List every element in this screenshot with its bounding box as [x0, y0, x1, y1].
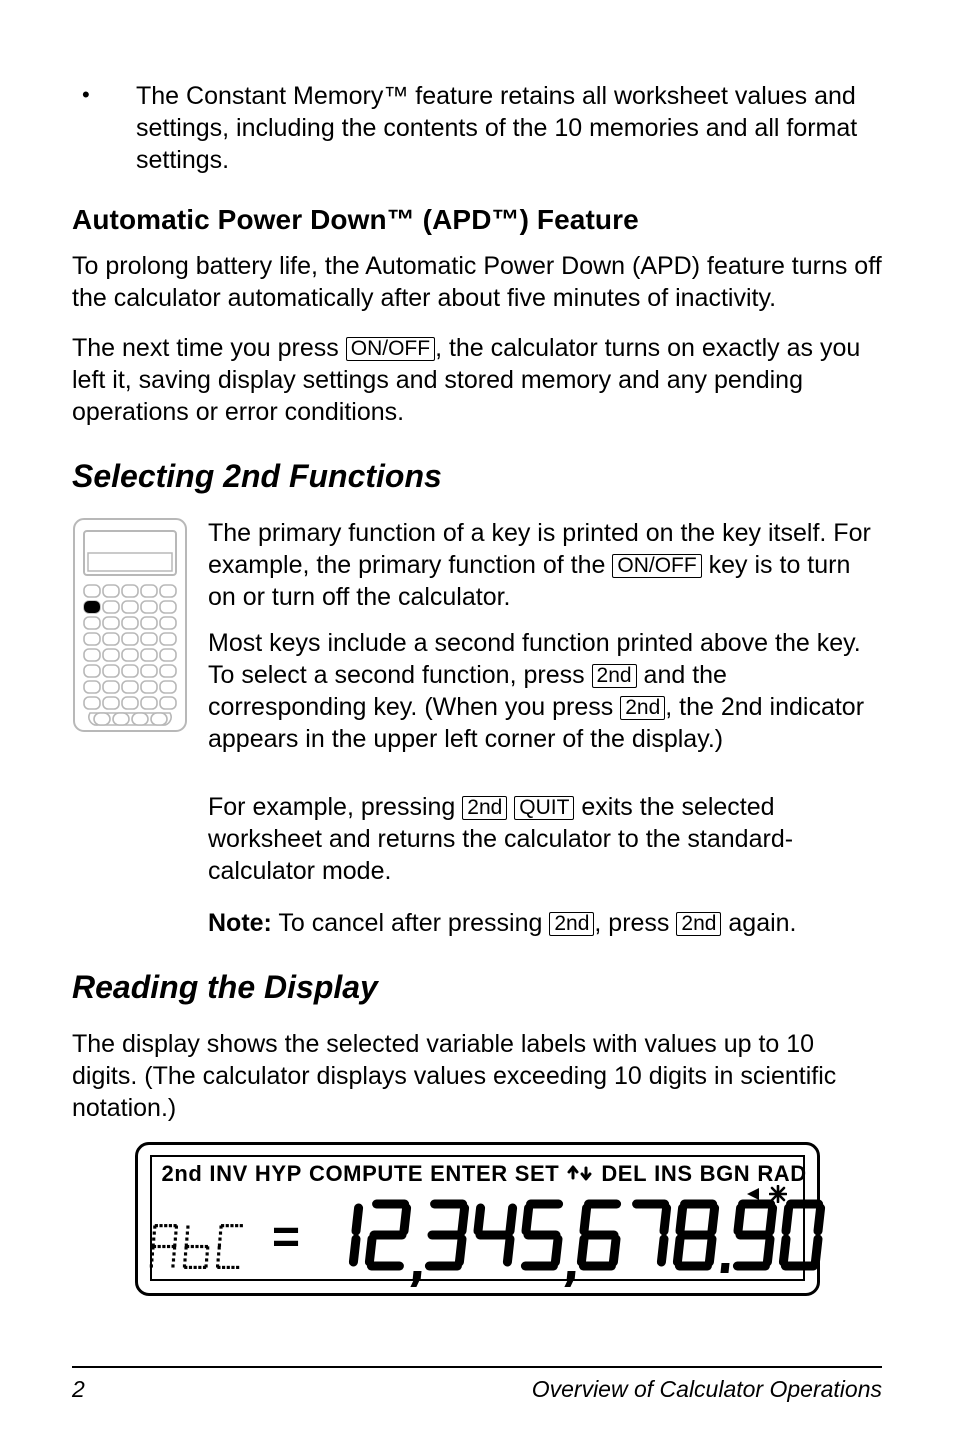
sp2-a: Most keys include a second function prin…	[208, 629, 861, 689]
second-para-3: For example, pressing 2nd QUIT exits the…	[208, 791, 882, 887]
lcd-indicator-row: 2nd INV HYP COMPUTE ENTER SET DEL INS BG…	[162, 1161, 793, 1187]
key-2nd-2: 2nd	[620, 696, 665, 720]
lcd-illustration: 2nd INV HYP COMPUTE ENTER SET DEL INS BG…	[135, 1142, 820, 1296]
key-2nd-5: 2nd	[676, 912, 721, 936]
ind-enter: ENTER	[430, 1161, 508, 1187]
apd-p2-a: The next time you press	[72, 334, 346, 362]
bullet-constant-memory: • The Constant Memory™ feature retains a…	[72, 80, 882, 176]
second-note: Note: To cancel after pressing 2nd, pres…	[208, 907, 882, 939]
apd-para-2: The next time you press ON/OFF, the calc…	[72, 332, 882, 428]
ind-rad: RAD	[757, 1161, 806, 1187]
second-para-2: Most keys include a second function prin…	[208, 627, 882, 755]
lcd-equals: =	[268, 1210, 304, 1271]
page-footer: 2 Overview of Calculator Operations	[72, 1366, 882, 1403]
ind-compute: COMPUTE	[309, 1161, 423, 1187]
heading-2nd-functions: Selecting 2nd Functions	[72, 458, 882, 495]
ind-2nd: 2nd	[162, 1161, 203, 1187]
key-quit: QUIT	[514, 796, 574, 820]
footer-chapter-title: Overview of Calculator Operations	[532, 1376, 882, 1403]
calculator-illustration	[72, 517, 188, 769]
note-label: Note:	[208, 909, 272, 937]
reading-para-1: The display shows the selected variable …	[72, 1028, 882, 1124]
apd-para-1: To prolong battery life, the Automatic P…	[72, 250, 882, 314]
sp3-a: For example, pressing	[208, 793, 462, 821]
key-2nd-4: 2nd	[549, 912, 594, 936]
note-b: , press	[594, 909, 676, 937]
bullet-text: The Constant Memory™ feature retains all…	[136, 80, 882, 176]
ind-del: DEL	[601, 1161, 647, 1187]
heading-apd: Automatic Power Down™ (APD™) Feature	[72, 204, 882, 236]
ind-updown-icon	[566, 1164, 594, 1184]
key-onoff-2: ON/OFF	[612, 554, 701, 578]
key-2nd-1: 2nd	[592, 664, 637, 688]
bullet-marker: •	[72, 80, 136, 176]
ind-hyp: HYP	[255, 1161, 302, 1187]
lcd-label-abc	[147, 1222, 246, 1271]
ind-bgn: BGN	[700, 1161, 751, 1187]
second-para-1: The primary function of a key is printed…	[208, 517, 882, 613]
lcd-digits	[316, 1199, 826, 1271]
note-a: To cancel after pressing	[272, 909, 549, 937]
heading-reading-display: Reading the Display	[72, 969, 882, 1006]
ind-ins: INS	[654, 1161, 692, 1187]
key-onoff: ON/OFF	[346, 337, 435, 361]
note-c: again.	[721, 909, 796, 937]
footer-page-number: 2	[72, 1376, 85, 1403]
ind-set: SET	[515, 1161, 560, 1187]
lcd-value-row: =	[162, 1199, 793, 1271]
key-2nd-3: 2nd	[462, 796, 507, 820]
ind-inv: INV	[209, 1161, 247, 1187]
